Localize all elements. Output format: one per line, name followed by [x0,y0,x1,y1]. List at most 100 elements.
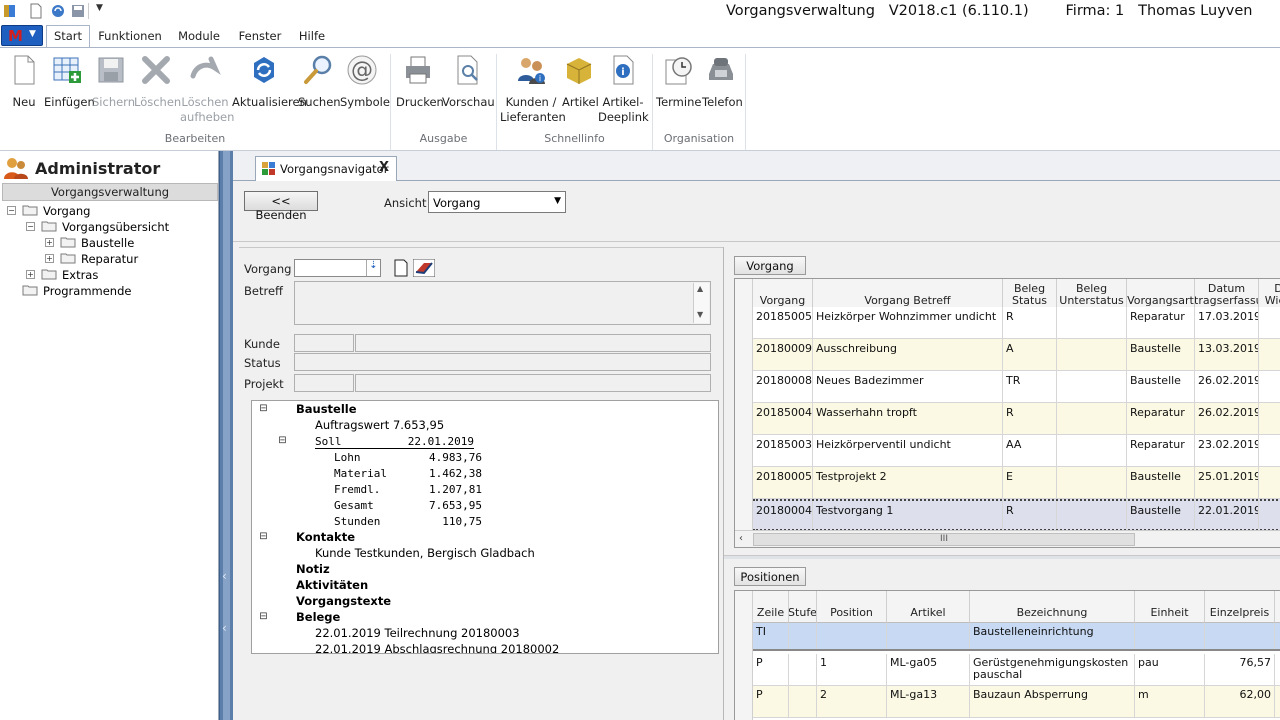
tree-item-vorgangsuebersicht[interactable]: Vorgangsübersicht [62,219,169,235]
tab-module[interactable]: Module [174,26,224,47]
table-row[interactable]: 20185005 Heizkörper Wohnzimmer undicht R Re… [753,307,1280,339]
vorgang-section-button[interactable]: Vorgang [734,256,806,275]
scroll-up-icon[interactable]: ▲ [697,284,703,293]
tab-label: Vorgangsnavigator [280,162,389,176]
tab-vorgangsnavigator[interactable]: Vorgangsnavigator X [255,156,397,181]
vorgang-input[interactable]: ⇣ [294,259,381,277]
artikel-button[interactable]: Artikel [562,54,599,110]
suchen-button[interactable]: Suchen [298,54,341,110]
tree-item-programmende[interactable]: Programmende [43,283,131,299]
kunden-lieferanten-button[interactable]: i Kunden / Lieferanten [500,54,566,126]
tree-collapse-icon[interactable]: ⊟ [278,436,287,446]
drucken-button[interactable]: Drucken [396,54,444,110]
termine-button[interactable]: Termine [656,54,701,110]
folder-icon [60,237,76,248]
tree-expand-icon[interactable]: + [26,270,35,279]
tree-expand-icon[interactable]: + [45,254,54,263]
loeschen-button[interactable]: Löschen [134,54,181,110]
table-cell: 26.02.2019 [1195,403,1259,434]
tab-funktionen[interactable]: Funktionen [98,26,162,47]
table-row[interactable]: 20180005 Testprojekt 2 E Baustelle 25.01.201… [753,467,1280,499]
table-row[interactable]: 20180004 Testvorgang 1 R Baustelle 22.01.201… [753,499,1280,531]
customers-icon: i [518,58,545,84]
tree-collapse-icon[interactable]: − [26,222,35,231]
scroll-down-icon[interactable]: ▼ [697,310,703,319]
tree-node-aktivitaeten[interactable]: Aktivitäten [296,578,368,592]
vorschau-button[interactable]: Vorschau [442,54,495,110]
beenden-button[interactable]: << Beenden [244,191,318,222]
einfuegen-button[interactable]: Einfügen [44,54,95,110]
grid-splitter[interactable] [724,555,1280,559]
tab-start[interactable]: Start [46,25,90,48]
table-row[interactable]: P 1 ML-ga05 Gerüstgenehmigungskosten pausch… [753,654,1280,686]
kunde-nr-field[interactable] [294,334,354,352]
table-row[interactable]: 20185004 Wasserhahn tropft R Reparatur 26.02… [753,403,1280,435]
tab-hilfe[interactable]: Hilfe [296,26,328,47]
tree-node-belege[interactable]: Belege [296,610,340,624]
sichern-button[interactable]: Sichern [92,54,135,110]
column-header[interactable]: Stufe [789,591,817,623]
table-row[interactable]: TI Baustelleneinrichtung [753,623,1280,651]
scroll-thumb[interactable]: III [753,533,1135,546]
betreff-textarea[interactable]: ▲ ▼ [294,281,711,325]
tree-collapse-icon[interactable]: − [7,206,16,215]
beleg-item[interactable]: 22.01.2019 Abschlagsrechnung 20180002 [315,642,559,653]
eraser-icon[interactable] [413,259,435,277]
table-row[interactable]: 20180009 Ausschreibung A Baustelle 13.03.201… [753,339,1280,371]
neu-button[interactable]: Neu [8,54,40,110]
column-header[interactable]: E [1275,591,1280,623]
column-header[interactable]: Einheit [1135,591,1205,623]
horizontal-scrollbar[interactable]: ‹ III [735,530,1280,547]
artikel-deeplink-button[interactable]: i Artikel- Deeplink [598,54,649,126]
tree-collapse-icon[interactable]: ⊟ [259,532,268,542]
new-document-icon[interactable] [392,259,410,277]
column-header[interactable]: Position [817,591,887,623]
auftragswert-line: Auftragswert 7.653,95 [315,418,445,432]
soll-line-value: 1.462,38 [429,467,482,480]
tree-collapse-icon[interactable]: ⊟ [259,404,268,414]
column-header[interactable]: Zeile [753,591,789,623]
telefon-button[interactable]: Telefon [702,54,743,110]
tree-item-extras[interactable]: Extras [62,267,98,283]
column-header[interactable]: Einzelpreis [1205,591,1275,623]
tree-node-vorgangstexte[interactable]: Vorgangstexte [296,594,391,608]
tree-item-reparatur[interactable]: Reparatur [81,251,138,267]
save-icon[interactable] [70,3,86,19]
projekt-nr-field[interactable] [294,374,354,392]
application-menu-button[interactable]: M ▼ [1,25,43,46]
tab-fenster[interactable]: Fenster [236,26,284,47]
tree-node-baustelle[interactable]: Baustelle [296,402,357,416]
table-row[interactable]: 20180008 Neues Badezimmer TR Baustelle 26.02… [753,371,1280,403]
beleg-item[interactable]: 22.01.2019 Teilrechnung 20180003 [315,626,520,640]
tree-collapse-icon[interactable]: ⊟ [259,612,268,622]
new-document-icon[interactable] [28,3,44,19]
collapse-arrow-icon[interactable]: ‹ [222,621,227,635]
refresh-icon[interactable] [50,3,66,19]
column-header[interactable]: Artikel [887,591,970,623]
tree-item-vorgang[interactable]: Vorgang [43,203,90,219]
symbole-button[interactable]: @ Symbole [340,54,390,110]
close-icon[interactable]: X [379,160,389,175]
tree-node-notiz[interactable]: Notiz [296,562,330,576]
collapse-arrow-icon[interactable]: ‹ [222,569,227,583]
aktualisieren-button[interactable]: Aktualisieren [232,54,307,110]
column-header[interactable]: Bezeichnung [970,591,1135,623]
table-row[interactable]: 20185003 Heizkörperventil undicht AA Repara… [753,435,1280,467]
kunde-name-field [355,334,711,352]
pane-splitter[interactable]: ‹ ‹ [219,151,233,720]
loeschen-aufheben-button[interactable]: Löschen aufheben [180,54,234,126]
ribbon: Neu Einfügen Sichern Löschen Löschen auf… [0,47,1280,151]
table-row[interactable]: P 2 ML-ga13 Bauzaun Absperrung m 62,00 [753,686,1280,718]
dropdown-down-arrow-icon[interactable]: ⇣ [366,260,380,276]
scroll-left-icon[interactable]: ‹ [739,533,743,544]
table-cell [1057,307,1127,338]
tree-node-kontakte[interactable]: Kontakte [296,530,355,544]
tree-item-baustelle[interactable]: Baustelle [81,235,134,251]
ansicht-select[interactable]: Vorgang ▼ [428,191,566,213]
quick-access-menu-icon[interactable]: ▼ [96,3,103,13]
soll-line[interactable]: Soll 22.01.2019 [315,435,474,449]
scrollbar[interactable]: ▲ ▼ [693,283,709,323]
vorgangsverwaltung-header[interactable]: Vorgangsverwaltung [2,183,218,201]
tree-expand-icon[interactable]: + [45,238,54,247]
positionen-section-button[interactable]: Positionen [734,567,806,586]
